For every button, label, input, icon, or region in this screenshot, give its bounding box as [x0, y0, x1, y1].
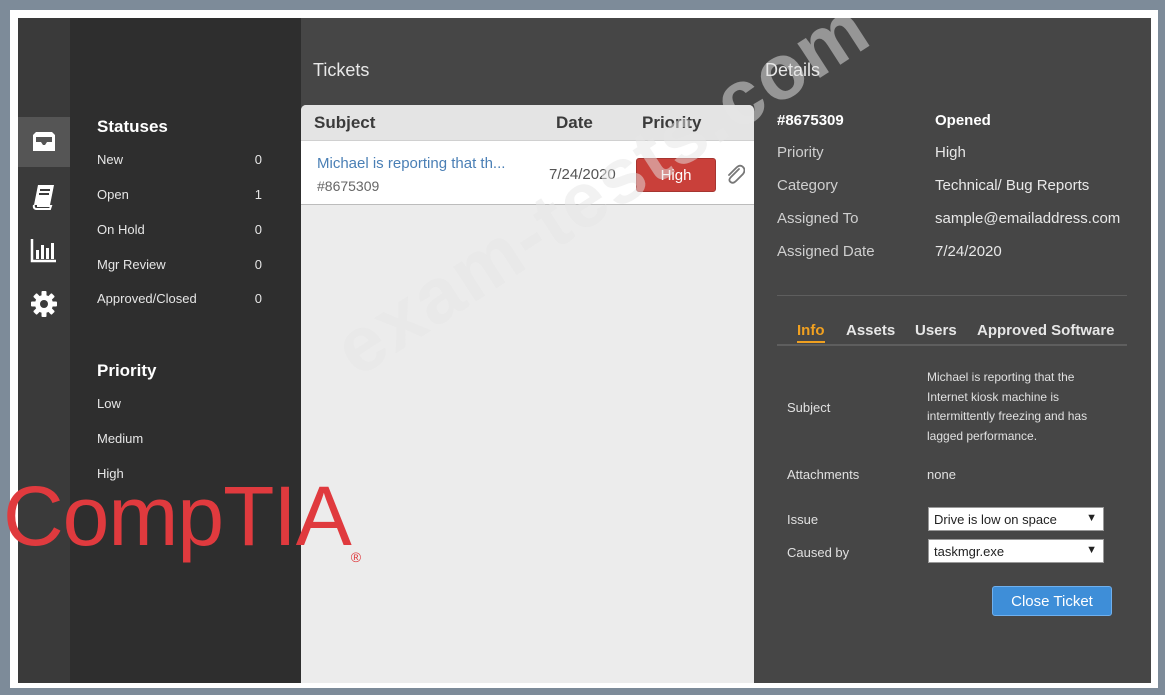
inbox-tray-icon	[33, 132, 55, 151]
dropdown-arrow-icon: ▼	[1086, 512, 1097, 524]
status-label: New	[97, 152, 124, 167]
column-header-date[interactable]: Date	[556, 113, 593, 133]
status-label: Open	[97, 187, 129, 202]
tabs-underline	[777, 344, 1127, 346]
rail-knowledge-button[interactable]	[18, 171, 70, 221]
priority-filter-medium[interactable]: Medium	[97, 431, 262, 446]
dropdown-arrow-icon: ▼	[1086, 544, 1097, 556]
info-subject-label: Subject	[787, 400, 831, 415]
details-divider	[777, 295, 1127, 296]
logo-text: CompTIA	[3, 469, 352, 563]
gear-icon	[31, 291, 57, 317]
statuses-title: Statuses	[97, 117, 168, 136]
detail-priority-label: Priority	[777, 144, 824, 161]
priority-title: Priority	[97, 361, 157, 380]
rail-reports-button[interactable]	[18, 225, 70, 275]
detail-assigned-to-label: Assigned To	[777, 210, 859, 227]
tab-assets[interactable]: Assets	[846, 322, 895, 339]
detail-status: Opened	[935, 112, 991, 129]
status-filter-approved-closed[interactable]: Approved/Closed 0	[97, 291, 262, 306]
priority-label: Medium	[97, 431, 144, 446]
detail-assigned-date-value: 7/24/2020	[935, 243, 1002, 260]
status-count: 0	[254, 152, 262, 167]
status-count: 1	[254, 187, 262, 202]
paperclip-icon[interactable]	[725, 163, 745, 185]
detail-category-value: Technical/ Bug Reports	[935, 177, 1090, 194]
detail-ticket-id: #8675309	[777, 112, 844, 129]
detail-assigned-to-value: sample@emailaddress.com	[935, 210, 1121, 227]
issue-select[interactable]: Drive is low on space ▼	[928, 507, 1104, 531]
column-header-priority[interactable]: Priority	[642, 113, 702, 133]
status-label: Approved/Closed	[97, 291, 197, 306]
status-label: On Hold	[97, 222, 145, 237]
tickets-table-header: Subject Date Priority	[301, 105, 754, 141]
tab-info[interactable]: Info	[797, 322, 825, 343]
status-label: Mgr Review	[97, 257, 166, 272]
status-filter-mgr-review[interactable]: Mgr Review 0	[97, 257, 262, 272]
caused-by-select-value: taskmgr.exe	[934, 544, 1005, 559]
issue-select-value: Drive is low on space	[934, 512, 1057, 527]
book-icon	[32, 185, 54, 210]
rail-inbox-button[interactable]	[18, 117, 70, 167]
status-filter-new[interactable]: New 0	[97, 152, 262, 167]
tickets-heading: Tickets	[313, 60, 370, 80]
comptia-logo: CompTIA®	[3, 468, 361, 565]
icon-rail	[18, 18, 70, 683]
status-count: 0	[254, 257, 262, 272]
info-issue-label: Issue	[787, 512, 819, 527]
logo-registered-mark: ®	[350, 549, 362, 565]
detail-category-label: Category	[777, 177, 838, 194]
info-attachments-label: Attachments	[787, 467, 860, 482]
detail-priority-value: High	[935, 144, 966, 161]
info-attachments-value: none	[927, 467, 956, 482]
ticket-row[interactable]: Michael is reporting that th... #8675309…	[301, 141, 754, 205]
bar-chart-icon	[30, 239, 56, 263]
status-filter-on-hold[interactable]: On Hold 0	[97, 222, 262, 237]
tickets-panel: Subject Date Priority Michael is reporti…	[301, 105, 754, 683]
tab-approved-software[interactable]: Approved Software	[977, 322, 1115, 339]
column-header-subject[interactable]: Subject	[314, 113, 375, 133]
info-caused-by-label: Caused by	[787, 545, 850, 560]
status-count: 0	[254, 291, 262, 306]
ticket-priority-badge: High	[636, 158, 716, 192]
ticket-subject[interactable]: Michael is reporting that th...	[317, 155, 505, 172]
rail-settings-button[interactable]	[18, 279, 70, 329]
ticket-id: #8675309	[317, 178, 380, 194]
info-subject-text: Michael is reporting that the Internet k…	[927, 370, 1088, 443]
priority-filter-low[interactable]: Low	[97, 396, 262, 411]
status-count: 0	[254, 222, 262, 237]
tab-users[interactable]: Users	[915, 322, 957, 339]
status-filter-open[interactable]: Open 1	[97, 187, 262, 202]
details-heading: Details	[765, 60, 821, 80]
detail-assigned-date-label: Assigned Date	[777, 243, 875, 260]
close-ticket-button[interactable]: Close Ticket	[992, 586, 1112, 616]
ticketing-app: Statuses New 0 Open 1 On Hold 0 Mgr Revi…	[18, 18, 1151, 683]
caused-by-select[interactable]: taskmgr.exe ▼	[928, 539, 1104, 563]
ticket-date: 7/24/2020	[549, 166, 616, 183]
filters-panel: Statuses New 0 Open 1 On Hold 0 Mgr Revi…	[70, 18, 301, 683]
priority-label: Low	[97, 396, 121, 411]
